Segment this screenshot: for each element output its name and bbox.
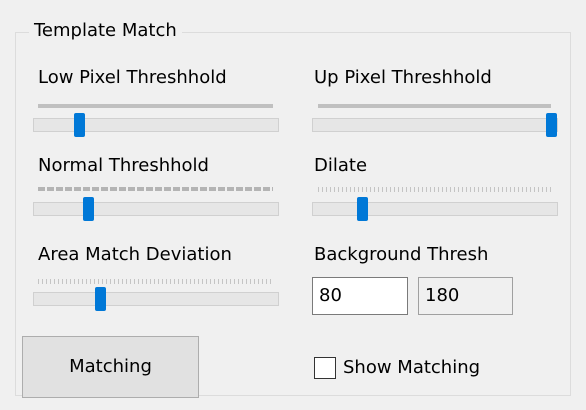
area-match-deviation-label: Area Match Deviation: [38, 244, 232, 265]
up-pixel-threshold-slider[interactable]: [312, 118, 558, 132]
normal-threshold-slider[interactable]: [33, 202, 279, 216]
low-pixel-threshold-thumb[interactable]: [73, 113, 85, 137]
up-pixel-threshold-label: Up Pixel Threshhold: [314, 67, 492, 88]
low-pixel-threshold-slider[interactable]: [33, 118, 279, 132]
background-thresh-high-input[interactable]: 180: [418, 277, 513, 315]
normal-threshold-thumb[interactable]: [82, 197, 94, 221]
background-thresh-low-input[interactable]: 80: [312, 277, 408, 315]
area-match-deviation-thumb[interactable]: [94, 287, 106, 311]
up-pixel-threshold-thumb[interactable]: [546, 113, 557, 137]
show-matching-checkbox[interactable]: [314, 357, 336, 379]
area-match-deviation-ticks: [38, 279, 273, 284]
show-matching-label[interactable]: Show Matching: [343, 356, 480, 380]
low-pixel-threshold-ticks: [38, 104, 273, 108]
up-pixel-threshold-ticks: [318, 104, 551, 108]
normal-threshold-ticks: [38, 187, 273, 191]
dilate-label: Dilate: [314, 155, 368, 176]
background-thresh-label: Background Thresh: [314, 244, 489, 265]
area-match-deviation-slider[interactable]: [33, 292, 279, 306]
dilate-thumb[interactable]: [357, 197, 369, 221]
matching-button[interactable]: Matching: [22, 336, 199, 398]
group-title: Template Match: [29, 19, 182, 43]
normal-threshold-label: Normal Threshhold: [38, 155, 209, 176]
dilate-ticks: [318, 187, 551, 192]
low-pixel-threshold-label: Low Pixel Threshhold: [38, 67, 227, 88]
dilate-slider[interactable]: [312, 202, 558, 216]
